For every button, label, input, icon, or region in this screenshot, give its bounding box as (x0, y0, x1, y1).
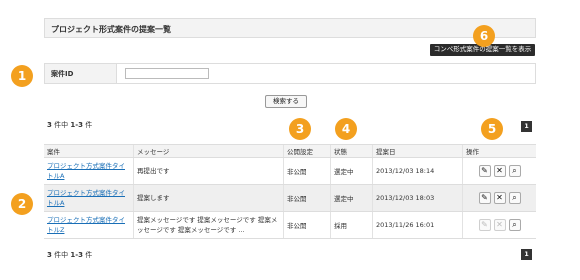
result-count-top: 3 件中 1-3 件 (47, 121, 93, 129)
project-link[interactable]: プロジェクト方式案件タイトルA (47, 188, 130, 208)
column-header-status: 状態 (331, 145, 373, 157)
project-id-input[interactable] (125, 68, 209, 79)
table-row: プロジェクト方式案件タイトルA 提案します 非公開 選定中 2013/12/03… (44, 185, 536, 212)
visibility-text: 非公開 (284, 212, 331, 238)
pager-page-1-bottom[interactable]: 1 (521, 249, 532, 260)
table-header: 案件 メッセージ 公開設定 状態 提案日 操作 (44, 145, 536, 158)
pencil-icon[interactable]: ✎ (478, 165, 491, 177)
callout-badge-5: 5 (481, 118, 503, 140)
callout-badge-3: 3 (289, 118, 311, 140)
magnifier-icon[interactable]: ⌕ (508, 219, 521, 231)
project-id-label: 案件ID (45, 64, 117, 83)
status-text: 採用 (331, 212, 373, 238)
table-row: プロジェクト方式案件タイトルA 再提出です 非公開 選定中 2013/12/03… (44, 158, 536, 185)
message-text: 提案メッセージです 提案メッセージです 提案メッセージです 提案メッセージです … (137, 216, 278, 234)
date-text: 2013/11/26 16:01 (373, 212, 463, 238)
column-header-message: メッセージ (134, 145, 284, 157)
row-actions: ✎ ✕ ⌕ (463, 185, 536, 211)
result-count-bottom: 3 件中 1-3 件 (47, 251, 93, 259)
magnifier-icon[interactable]: ⌕ (508, 192, 521, 204)
pager-page-1-top[interactable]: 1 (521, 121, 532, 132)
column-header-visibility: 公開設定 (284, 145, 331, 157)
message-text: 再提出です (137, 167, 170, 175)
message-text: 提案します (137, 194, 170, 202)
status-text: 選定中 (331, 158, 373, 184)
pencil-icon: ✎ (478, 219, 491, 231)
project-link[interactable]: プロジェクト方式案件タイトルZ (47, 215, 130, 235)
visibility-text: 非公開 (284, 185, 331, 211)
callout-badge-4: 4 (335, 118, 357, 140)
search-button[interactable]: 検索する (265, 95, 307, 108)
project-link[interactable]: プロジェクト方式案件タイトルA (47, 161, 130, 181)
search-panel: 案件ID (44, 63, 536, 84)
pencil-icon[interactable]: ✎ (478, 192, 491, 204)
magnifier-icon[interactable]: ⌕ (508, 165, 521, 177)
cross-icon: ✕ (493, 219, 506, 231)
row-actions: ✎ ✕ ⌕ (463, 158, 536, 184)
date-text: 2013/12/03 18:03 (373, 185, 463, 211)
row-actions: ✎ ✕ ⌕ (463, 212, 536, 238)
column-header-project: 案件 (44, 145, 134, 157)
status-text: 選定中 (331, 185, 373, 211)
date-text: 2013/12/03 18:14 (373, 158, 463, 184)
column-header-actions: 操作 (466, 148, 479, 156)
table-row: プロジェクト方式案件タイトルZ 提案メッセージです 提案メッセージです 提案メッ… (44, 212, 536, 239)
cross-icon[interactable]: ✕ (493, 165, 506, 177)
column-header-date: 提案日 (373, 145, 463, 157)
page-title: プロジェクト形式案件の提案一覧 (44, 18, 536, 38)
callout-badge-2: 2 (11, 193, 33, 215)
callout-badge-6: 6 (473, 25, 495, 47)
visibility-text: 非公開 (284, 158, 331, 184)
cross-icon[interactable]: ✕ (493, 192, 506, 204)
proposal-table: 案件 メッセージ 公開設定 状態 提案日 操作 プロジェクト方式案件タイトルA … (44, 144, 536, 239)
callout-badge-1: 1 (11, 65, 33, 87)
